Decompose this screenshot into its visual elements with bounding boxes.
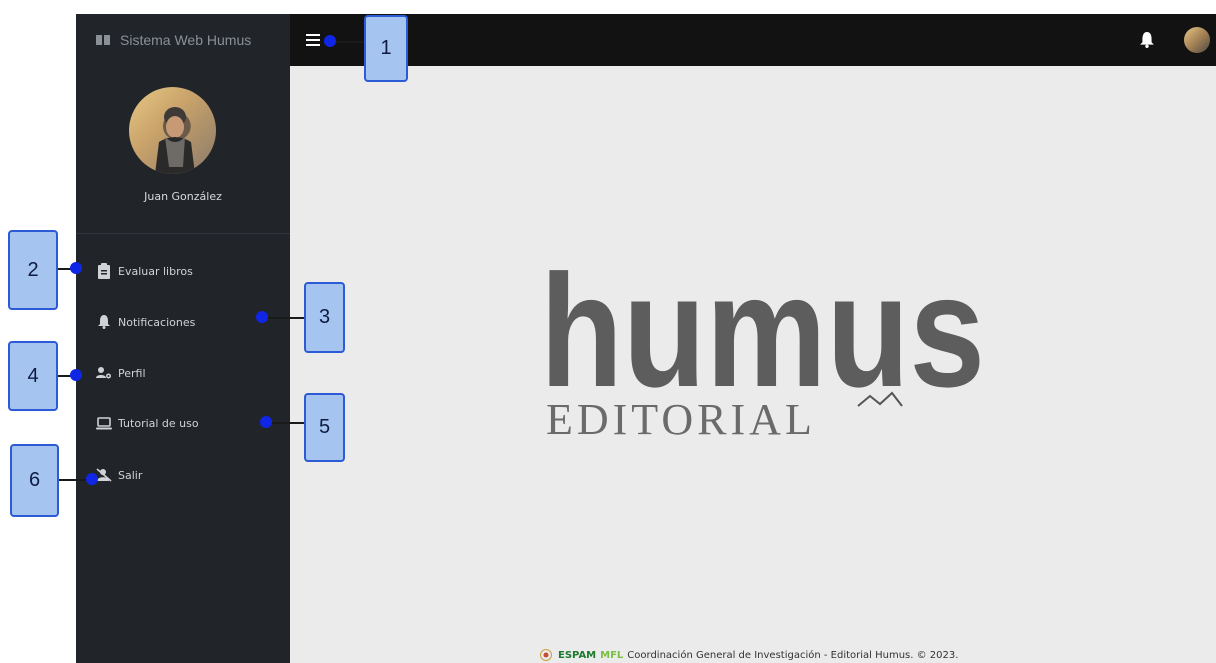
sidebar-item-label: Perfil — [118, 366, 146, 380]
avatar[interactable] — [1184, 27, 1210, 53]
sidebar-item-notificaciones[interactable]: Notificaciones — [96, 312, 195, 332]
footer-brand-a: ESPAM — [558, 649, 597, 661]
sidebar-item-label: Notificaciones — [118, 315, 196, 329]
callout-dot-6 — [86, 473, 98, 485]
logo-sub: EDITORIAL — [546, 395, 816, 444]
humus-editorial-logo: humus EDITORIAL — [540, 246, 985, 444]
callout-1: 1 — [364, 15, 408, 82]
divider — [76, 233, 290, 234]
sidebar-item-evaluar-libros[interactable]: Evaluar libros — [96, 261, 193, 281]
laptop-icon — [96, 415, 112, 431]
sidebar-item-salir[interactable]: Salir — [96, 465, 142, 485]
callout-line-1 — [336, 41, 366, 43]
callout-line-6 — [57, 479, 89, 481]
callout-dot-4 — [70, 369, 82, 381]
bell-icon[interactable] — [1140, 32, 1154, 48]
main-content: humus EDITORIAL ESPAM MFL Coordinación Ge… — [290, 66, 1216, 663]
callout-3: 3 — [304, 282, 345, 353]
callout-dot-5 — [260, 416, 272, 428]
callout-5: 5 — [304, 393, 345, 462]
sidebar-item-label: Salir — [118, 468, 143, 482]
callout-6: 6 — [10, 444, 59, 517]
callout-2: 2 — [8, 230, 58, 310]
sidebar-item-perfil[interactable]: Perfil — [96, 363, 146, 383]
callout-line-3 — [266, 317, 306, 319]
callout-dot-3 — [256, 311, 268, 323]
logo-word: humus — [540, 246, 985, 420]
topbar — [290, 14, 1216, 66]
hamburger-menu-icon[interactable] — [306, 34, 320, 46]
profile-photo — [129, 87, 216, 174]
user-slash-icon — [96, 467, 112, 483]
callout-dot-1 — [324, 35, 336, 47]
footer-text: Coordinación General de Investigación - … — [627, 649, 959, 661]
footer: ESPAM MFL Coordinación General de Investi… — [540, 649, 958, 661]
callout-4: 4 — [8, 341, 58, 411]
seal-icon — [540, 649, 552, 661]
brand-title: Sistema Web Humus — [120, 32, 252, 48]
bell-icon — [96, 314, 112, 330]
sidebar-item-tutorial-de-uso[interactable]: Tutorial de uso — [96, 413, 199, 433]
book-icon — [96, 35, 110, 45]
sidebar: Sistema Web Humus Juan González Evaluar … — [76, 14, 290, 663]
user-gear-icon — [96, 365, 112, 381]
footer-brand-b: MFL — [600, 649, 624, 661]
brand[interactable]: Sistema Web Humus — [76, 14, 290, 66]
callout-dot-2 — [70, 262, 82, 274]
sidebar-item-label: Tutorial de uso — [118, 416, 199, 430]
profile-name: Juan González — [144, 190, 222, 203]
callout-line-5 — [268, 422, 306, 424]
sidebar-item-label: Evaluar libros — [118, 264, 193, 278]
clipboard-icon — [96, 263, 112, 279]
